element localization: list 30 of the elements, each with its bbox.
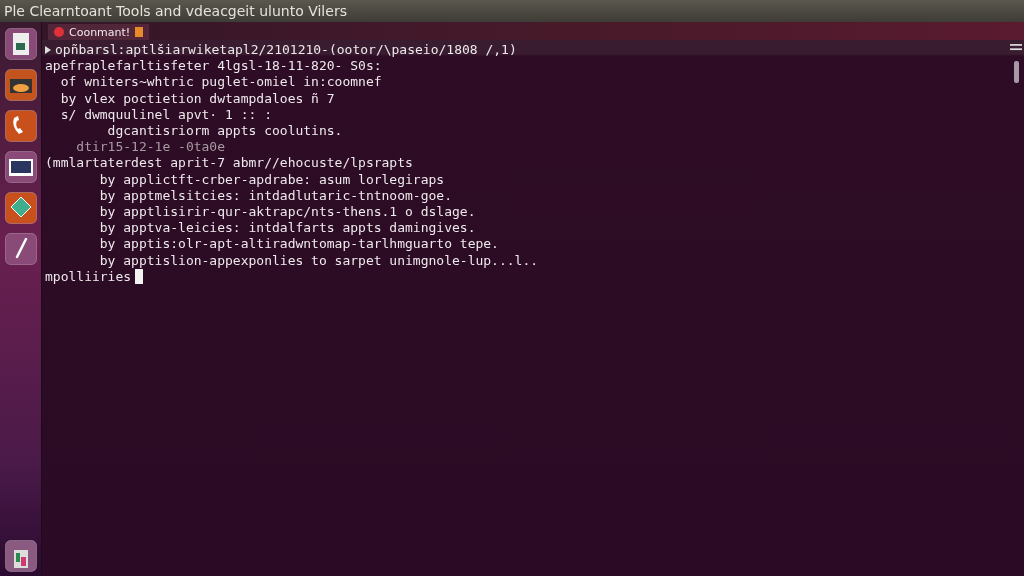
app-icon[interactable] [4,151,37,183]
document-icon [135,27,144,37]
scrollbar[interactable] [1013,61,1019,83]
output-line: of wniters~whtric puglet-omiel in:coomnef [59,74,382,91]
output-line: by apptis:olr-apt-altiradwntomap-tarlhmguarto tepe. [98,236,499,253]
window-title: Ple Clearntoant Tools and vdeacgeit ulunto Vilers [4,3,347,19]
close-icon[interactable] [54,27,64,37]
output-line: by applictft-crber-apdrabe: asum lorlegiraps [98,171,445,188]
menu-icon[interactable] [1010,44,1022,51]
trash-icon[interactable] [4,540,37,572]
output-line: dtir15-12-1e -0ta0e [75,139,225,156]
output-line: s/ dwmquulinel apvt· 1 :: : [59,106,272,123]
output-line: by apptlisirir-qur-aktrapc/nts-thens.1 o dslage. [98,204,476,221]
app-icon[interactable] [4,233,37,265]
app-icon[interactable] [4,28,37,60]
input-line[interactable]: mpolliiries [45,268,132,286]
output-line: by vlex poctietion dwtampdaloes ñ 7 [59,90,335,107]
output-line: (mmlartaterdest aprit-7 abmr//ehocuste/lpsrapts [45,155,413,172]
app-icon[interactable] [4,69,37,101]
text-cursor [135,269,144,285]
prompt-arrow-icon [45,46,51,55]
output-line: apefraplefarltisfeter 4lgsl-18-11-820- S0s: [45,58,382,75]
command-line: opñbarsl:aptlšiarwiketapl2/2101210-(ootor/\paseio/1808 /,1) [55,42,517,59]
app-icon[interactable] [4,110,37,142]
terminal-tab[interactable]: Coonmant! [48,24,150,40]
output-line: by apptislion-appexponlies to sarpet unimgnole-lup...l.. [98,252,539,269]
output-line: dgcantisriorm appts coolutins. [106,123,343,140]
output-line: by apptmelsitcies: intdadlutaric-tntnoom-goe. [98,187,452,205]
output-line: by apptva-leicies: intdalfarts appts damingives. [98,220,476,237]
app-icon[interactable] [4,192,37,224]
